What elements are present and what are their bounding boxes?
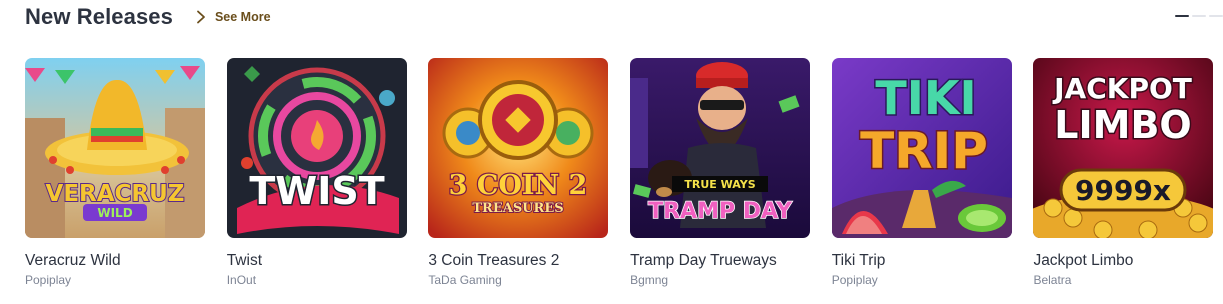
game-provider: Belatra	[1033, 273, 1072, 287]
game-title[interactable]: Veracruz Wild	[25, 252, 205, 270]
game-card[interactable]: VERACRUZ WILD Veracruz Wild Popiplay	[25, 58, 205, 287]
game-provider: Bgmng	[630, 273, 669, 287]
veracruz-logo-subtext: WILD	[97, 206, 132, 220]
twist-logo-text: TWIST	[249, 169, 384, 213]
game-title[interactable]: Tiki Trip	[832, 252, 1012, 270]
carousel-pager	[1175, 15, 1223, 17]
game-title[interactable]: 3 Coin Treasures 2	[428, 252, 608, 270]
game-thumbnail[interactable]: TRUE WAYS TRAMP DAY	[630, 58, 811, 238]
pager-dot-2[interactable]	[1192, 15, 1206, 17]
game-thumbnail[interactable]: TIKI TRIP	[831, 58, 1012, 238]
trip-logo-text: TRIP	[860, 122, 988, 180]
tiki-logo-text: TIKI	[875, 71, 976, 125]
jackpot-logo-text: JACKPOT	[1053, 72, 1193, 105]
game-provider: Popiplay	[25, 273, 72, 287]
limbo-logo-text: LIMBO	[1055, 103, 1192, 147]
game-card[interactable]: TRUE WAYS TRAMP DAY Tramp Day Trueways B…	[630, 58, 811, 287]
game-card[interactable]: 3 COIN 2 TREASURES 3 Coin Treasures 2 Ta…	[428, 58, 609, 287]
coin-logo-text: 3 COIN 2	[449, 170, 588, 201]
game-provider: Popiplay	[831, 273, 878, 287]
game-title[interactable]: Twist	[227, 252, 407, 270]
pager-dot-3[interactable]	[1209, 15, 1223, 17]
game-card[interactable]: JACKPOT LIMBO 9999x Jackpot Limbo Belatr…	[1033, 58, 1214, 287]
game-title[interactable]: Jackpot Limbo	[1033, 252, 1213, 270]
chevron-right-icon	[197, 10, 205, 24]
section-header: New Releases See More	[25, 0, 271, 34]
coin-logo-subtext: TREASURES	[473, 201, 564, 216]
game-thumbnail[interactable]: TWIST	[226, 58, 407, 238]
see-more-label: See More	[214, 10, 271, 24]
game-thumbnail[interactable]: JACKPOT LIMBO 9999x	[1033, 58, 1214, 238]
multiplier-text: 9999x	[1075, 174, 1171, 207]
game-provider: TaDa Gaming	[428, 273, 502, 287]
trueways-logo-text: TRUE WAYS	[684, 178, 755, 191]
game-thumbnail[interactable]: 3 COIN 2 TREASURES	[428, 58, 609, 238]
game-carousel: VERACRUZ WILD Veracruz Wild Popiplay TWI…	[25, 58, 1223, 287]
game-thumbnail[interactable]: VERACRUZ WILD	[25, 58, 205, 238]
game-card[interactable]: TIKI TRIP Tiki Trip Popiplay	[831, 58, 1012, 287]
game-card[interactable]: TWIST Twist InOut	[226, 58, 407, 287]
section-title: New Releases	[25, 4, 173, 29]
veracruz-logo-text: VERACRUZ	[46, 181, 185, 207]
game-provider: InOut	[226, 273, 257, 287]
trampday-logo-text: TRAMP DAY	[648, 199, 793, 224]
game-title[interactable]: Tramp Day Trueways	[630, 252, 810, 270]
pager-dot-1[interactable]	[1175, 15, 1189, 17]
see-more-link[interactable]: See More	[194, 10, 271, 24]
